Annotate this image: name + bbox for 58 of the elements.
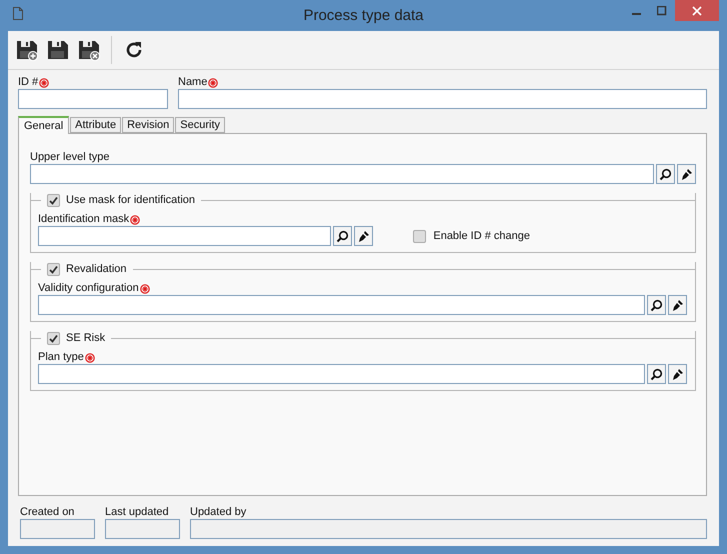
- search-icon: [650, 298, 663, 312]
- tab[interactable]: General: [18, 116, 70, 134]
- clear-button[interactable]: [668, 364, 687, 384]
- field-label: Identification mask: [38, 213, 687, 226]
- input-field[interactable]: [38, 295, 645, 315]
- tab[interactable]: Security: [175, 117, 226, 133]
- checkbox-label: Enable ID # change: [433, 230, 530, 242]
- field-label: Name: [178, 76, 707, 89]
- document-icon: [13, 7, 23, 20]
- brush-icon: [671, 298, 684, 312]
- checkbox[interactable]: [413, 230, 426, 242]
- close-icon: [692, 6, 702, 16]
- brush-icon: [671, 368, 684, 380]
- field-label: Plan type: [38, 351, 687, 364]
- tab[interactable]: Revision: [122, 117, 174, 133]
- field-label: Updated by: [190, 506, 248, 519]
- field-label: Validity configuration: [38, 282, 687, 295]
- input-field[interactable]: [38, 364, 645, 384]
- checkbox[interactable]: [47, 262, 60, 276]
- save-close-button[interactable]: [78, 39, 100, 61]
- search-icon: [336, 230, 350, 242]
- checkbox-label: Use mask for identification: [66, 194, 195, 206]
- clear-button[interactable]: [668, 295, 687, 315]
- refresh-icon: [124, 40, 144, 60]
- search-button[interactable]: [647, 295, 666, 315]
- checkbox-label: Revalidation: [66, 263, 127, 275]
- save-new-button[interactable]: [16, 39, 38, 61]
- field-label: ID #: [18, 76, 168, 89]
- search-button[interactable]: [656, 164, 675, 184]
- clear-button[interactable]: [677, 164, 696, 184]
- input-field[interactable]: [178, 89, 707, 109]
- window-title: Process type data: [302, 7, 425, 24]
- search-button[interactable]: [333, 226, 352, 246]
- search-icon: [650, 368, 663, 380]
- tab[interactable]: Attribute: [70, 117, 122, 133]
- field-label: Upper level type: [30, 151, 110, 164]
- required-icon: [130, 214, 140, 224]
- clear-button[interactable]: [354, 226, 374, 246]
- required-icon: [39, 78, 50, 88]
- input-field[interactable]: [18, 89, 168, 109]
- input-field[interactable]: [30, 164, 654, 184]
- checkbox-label: SE Risk: [66, 332, 106, 344]
- brush-icon: [357, 230, 370, 242]
- search-button[interactable]: [647, 364, 666, 384]
- required-icon: [84, 352, 95, 362]
- required-icon: [208, 78, 218, 88]
- close-button[interactable]: [675, 0, 719, 21]
- brush-icon: [680, 168, 693, 180]
- maximize-icon: [657, 6, 667, 16]
- checkbox[interactable]: [47, 332, 60, 344]
- minimize-icon: [632, 13, 640, 15]
- checkbox[interactable]: [47, 194, 60, 206]
- save-button[interactable]: [47, 39, 69, 61]
- input-field[interactable]: [38, 226, 332, 246]
- field-label: Last updated: [105, 506, 170, 519]
- search-icon: [659, 168, 672, 180]
- field-label: Created on: [20, 506, 76, 519]
- required-icon: [140, 284, 150, 294]
